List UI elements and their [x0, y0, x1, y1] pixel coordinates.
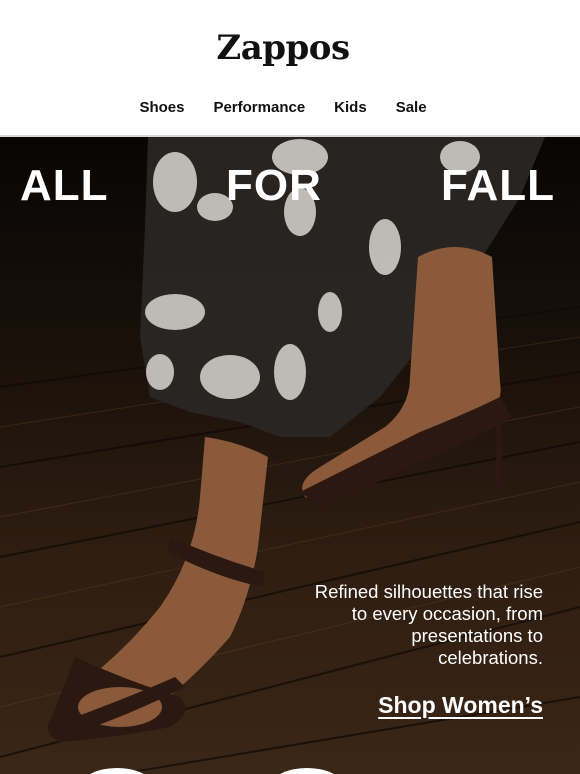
- headline-word-1: ALL: [20, 161, 109, 210]
- headline-word-2: FOR: [226, 161, 322, 210]
- email-header: Zappos Shoes Performance Kids Sale: [0, 0, 580, 137]
- nav-performance-link[interactable]: Performance: [213, 99, 305, 116]
- nav-shoes-link[interactable]: Shoes: [139, 99, 184, 116]
- hero-banner[interactable]: ALL FOR FALL Refined silhouettes that ri…: [0, 137, 580, 774]
- main-nav: Shoes Performance Kids Sale: [0, 99, 566, 116]
- legs-sandals-image: [47, 247, 512, 742]
- nav-kids-link[interactable]: Kids: [334, 99, 367, 116]
- headline-word-3: FALL: [441, 161, 555, 210]
- zappos-logo[interactable]: Zappos: [0, 28, 566, 68]
- nav-sale-link[interactable]: Sale: [396, 99, 427, 116]
- shop-womens-link[interactable]: Shop Women’s: [378, 692, 543, 719]
- hero-copy: Refined silhouettes that rise to every o…: [314, 581, 543, 668]
